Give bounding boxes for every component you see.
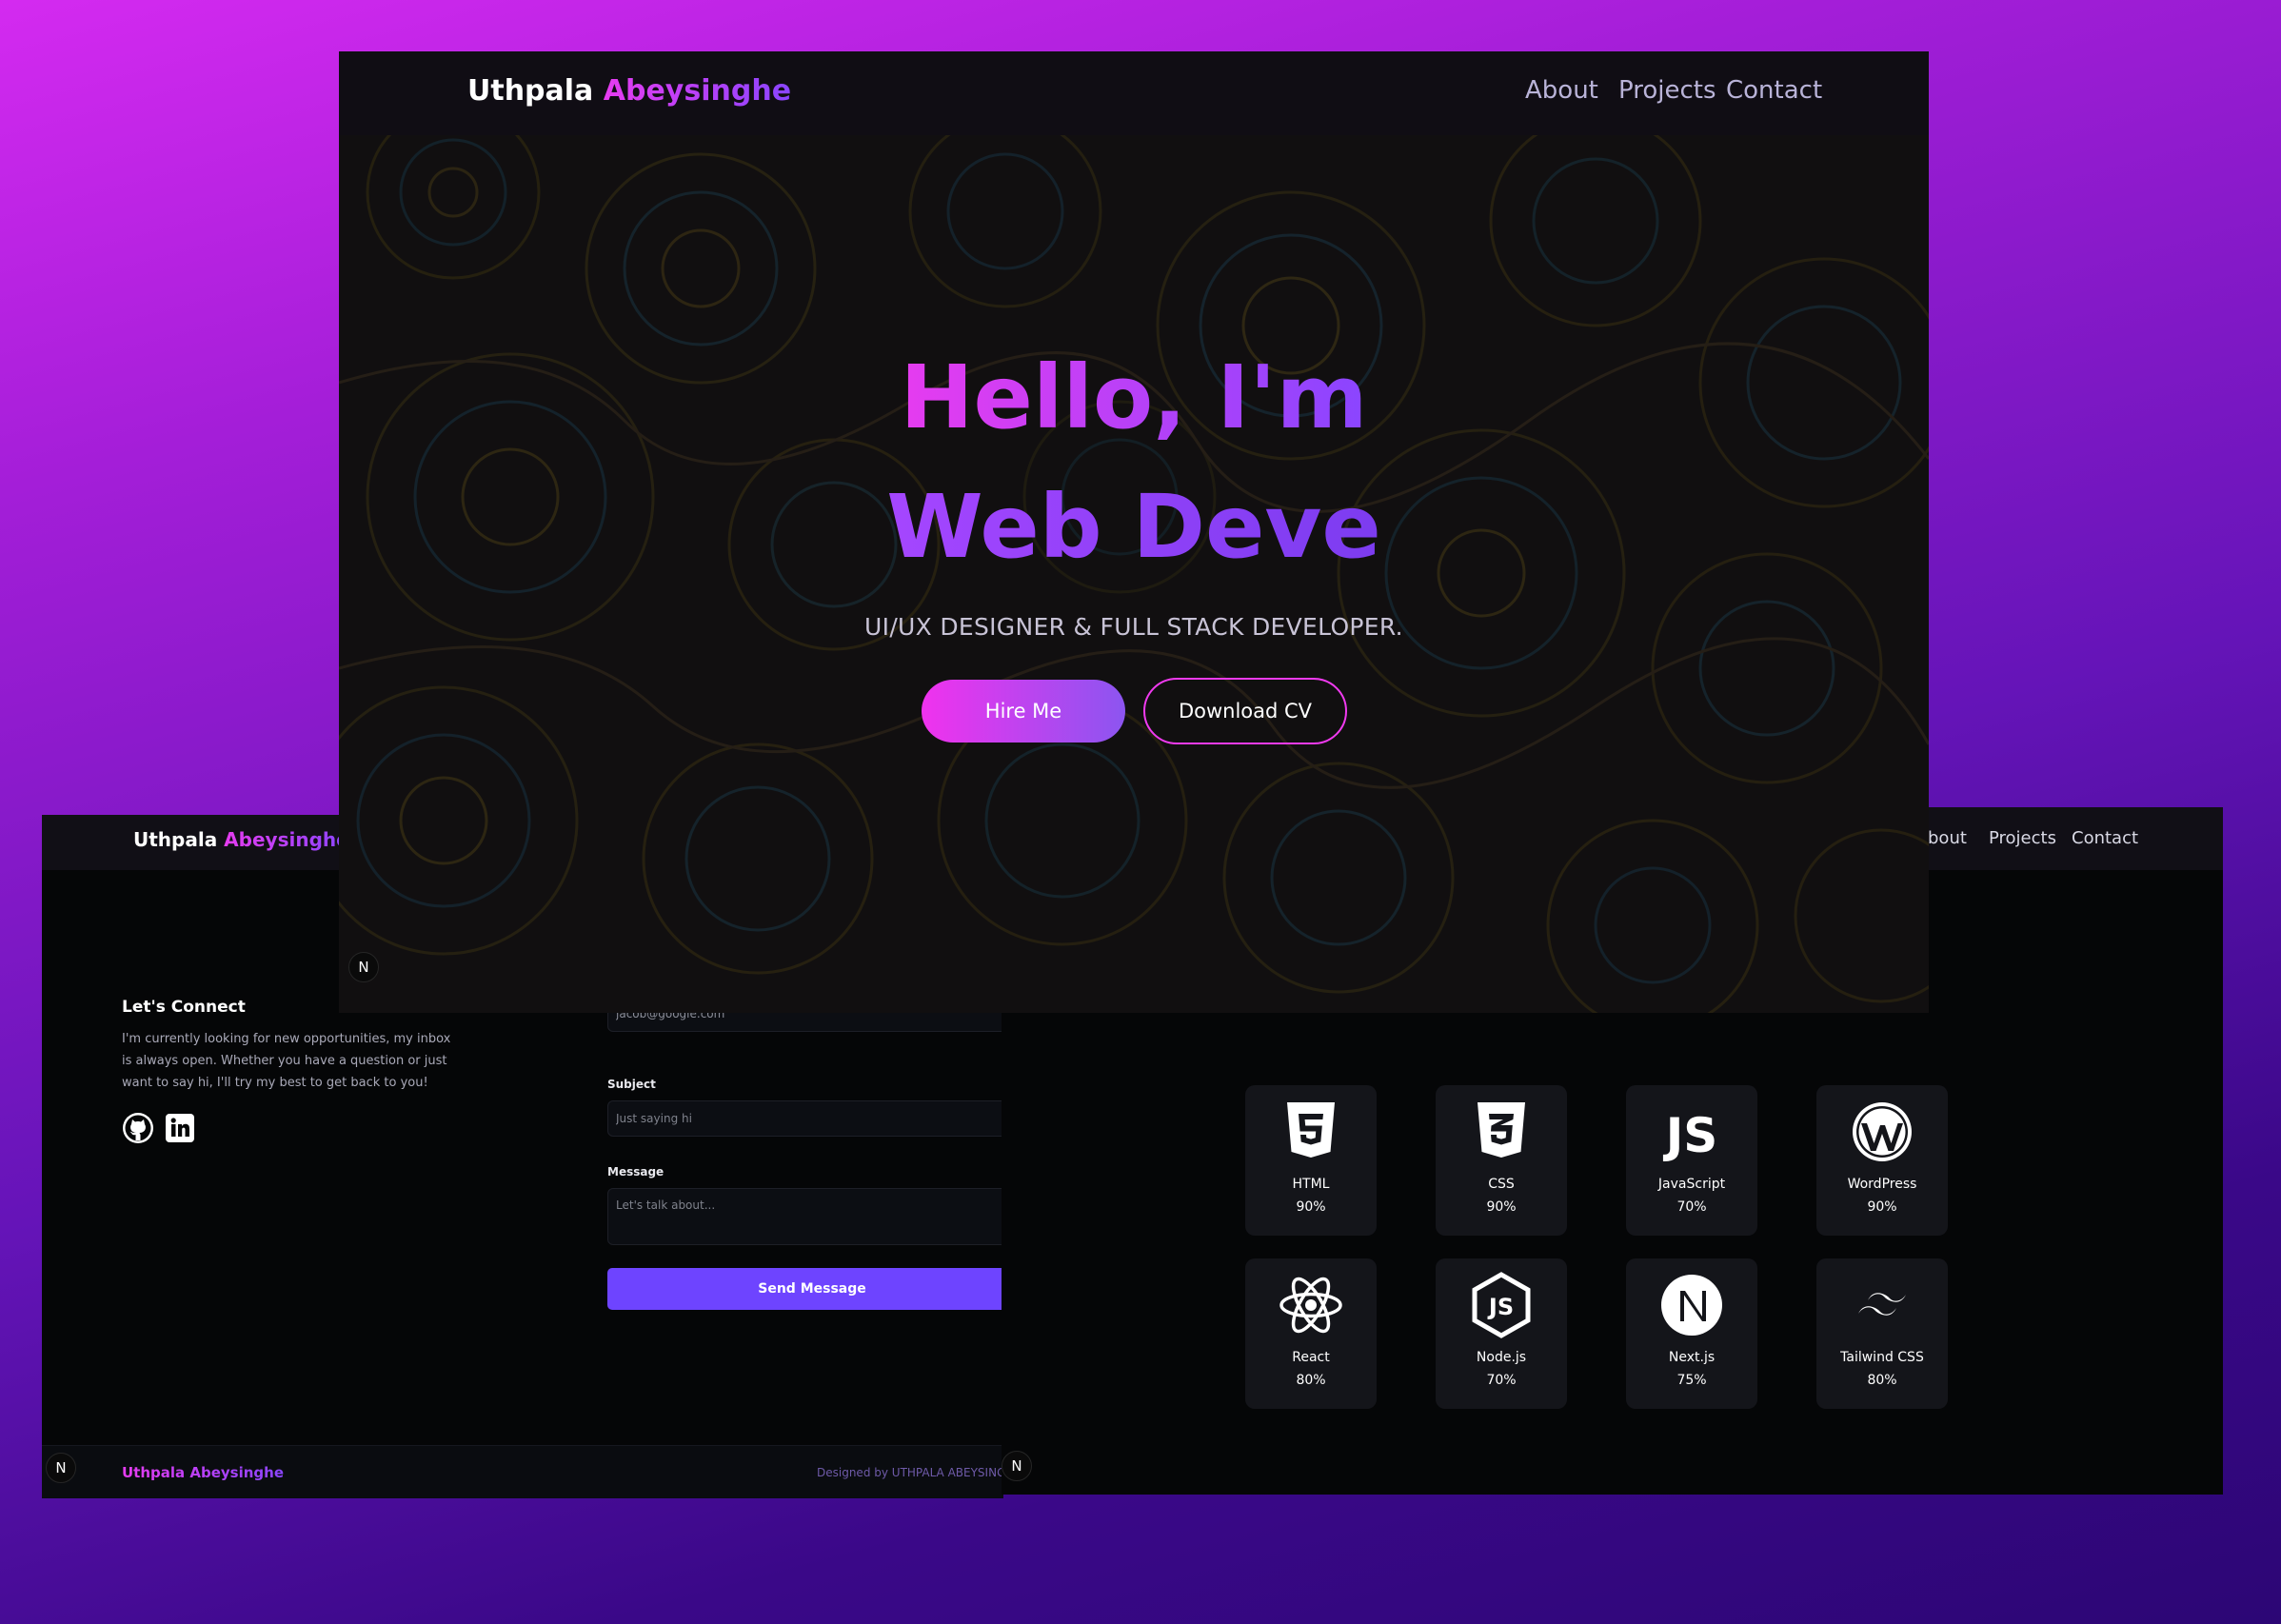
- nav-link-contact[interactable]: Contact: [2072, 828, 2138, 848]
- skill-name: Node.js: [1476, 1350, 1527, 1365]
- hero-navbar: Uthpala Abeysinghe About Projects Contac…: [339, 51, 1929, 135]
- message-field[interactable]: [607, 1188, 1003, 1245]
- svg-text:JS: JS: [1663, 1108, 1718, 1163]
- connect-description: I'm currently looking for new opportunit…: [122, 1032, 451, 1090]
- message-label: Message: [607, 1165, 664, 1178]
- hero-headline-role: Web Deve: [339, 476, 1929, 578]
- skill-card-nextjs: Next.js 75%: [1626, 1258, 1757, 1409]
- skill-name: HTML: [1292, 1177, 1330, 1192]
- skill-percent: 90%: [1867, 1199, 1897, 1215]
- skill-percent: 75%: [1676, 1373, 1707, 1388]
- hero-brand-logo[interactable]: Uthpala Abeysinghe: [467, 74, 791, 108]
- hero-subtitle: UI/UX DESIGNER & FULL STACK DEVELOPER.: [864, 613, 1403, 641]
- skill-card-css: CSS 90%: [1436, 1085, 1567, 1236]
- nav-link-about[interactable]: About: [1525, 76, 1598, 105]
- skill-percent: 70%: [1676, 1199, 1707, 1215]
- skill-card-nodejs: JS Node.js 70%: [1436, 1258, 1567, 1409]
- skill-card-react: React 80%: [1245, 1258, 1377, 1409]
- send-message-button[interactable]: Send Message: [607, 1268, 1003, 1310]
- nodejs-icon: JS: [1472, 1272, 1531, 1338]
- skill-name: Next.js: [1668, 1350, 1716, 1365]
- nextjs-dev-badge[interactable]: N: [348, 952, 379, 982]
- nextjs-dev-badge[interactable]: N: [46, 1453, 76, 1483]
- nav-link-projects[interactable]: Projects: [1618, 76, 1716, 105]
- connect-title: Let's Connect: [122, 998, 246, 1017]
- wordpress-icon: [1853, 1102, 1912, 1161]
- skill-card-html: HTML 90%: [1245, 1085, 1377, 1236]
- css3-icon: [1478, 1102, 1525, 1158]
- brand-last-name: Abeysinghe: [603, 74, 792, 108]
- hero-window: Uthpala Abeysinghe About Projects Contac…: [339, 51, 1929, 1013]
- subject-label: Subject: [607, 1078, 656, 1091]
- hero-headline-greeting: Hello, I'm: [339, 347, 1929, 448]
- skill-name: WordPress: [1847, 1177, 1917, 1192]
- footer-credit: Designed by UTHPALA ABEYSINGHE || A: [817, 1466, 1003, 1479]
- nav-link-projects[interactable]: Projects: [1989, 828, 2056, 848]
- skill-percent: 70%: [1486, 1373, 1517, 1388]
- skill-card-wordpress: WordPress 90%: [1816, 1085, 1948, 1236]
- contact-brand-logo[interactable]: Uthpala Abeysinghe: [133, 828, 349, 851]
- hero-headline-greeting-text: Hello, I'm: [900, 347, 1368, 448]
- skill-name: JavaScript: [1657, 1177, 1726, 1192]
- html5-icon: [1287, 1102, 1335, 1158]
- nav-link-about[interactable]: bout: [1928, 828, 1967, 848]
- linkedin-icon[interactable]: [164, 1112, 196, 1144]
- github-icon[interactable]: [122, 1112, 154, 1144]
- tailwind-icon: [1858, 1293, 1906, 1316]
- hire-me-button[interactable]: Hire Me: [922, 680, 1125, 743]
- skill-percent: 80%: [1867, 1373, 1897, 1388]
- skill-name: React: [1292, 1350, 1330, 1365]
- nextjs-dev-badge[interactable]: N: [1002, 1451, 1032, 1481]
- skill-card-tailwind: Tailwind CSS 80%: [1816, 1258, 1948, 1409]
- skill-name: Tailwind CSS: [1840, 1350, 1924, 1365]
- nextjs-icon: [1661, 1275, 1722, 1336]
- skill-card-javascript: JS JavaScript 70%: [1626, 1085, 1757, 1236]
- footer-brand[interactable]: Uthpala Abeysinghe: [122, 1464, 284, 1481]
- react-icon: [1279, 1277, 1342, 1334]
- nav-link-contact[interactable]: Contact: [1726, 76, 1822, 105]
- skill-percent: 80%: [1296, 1373, 1326, 1388]
- skill-percent: 90%: [1296, 1199, 1326, 1215]
- svg-text:JS: JS: [1487, 1294, 1514, 1320]
- download-cv-button[interactable]: Download CV: [1143, 678, 1347, 744]
- skill-percent: 90%: [1486, 1199, 1517, 1215]
- hero-headline-role-text: Web Deve: [886, 476, 1381, 578]
- brand-first-name: Uthpala: [467, 74, 594, 108]
- skill-name: CSS: [1488, 1177, 1515, 1192]
- brand-last-name: Abeysinghe: [224, 828, 349, 851]
- brand-first-name: Uthpala: [133, 828, 218, 851]
- javascript-icon: JS: [1663, 1108, 1718, 1163]
- subject-field[interactable]: [607, 1100, 1003, 1137]
